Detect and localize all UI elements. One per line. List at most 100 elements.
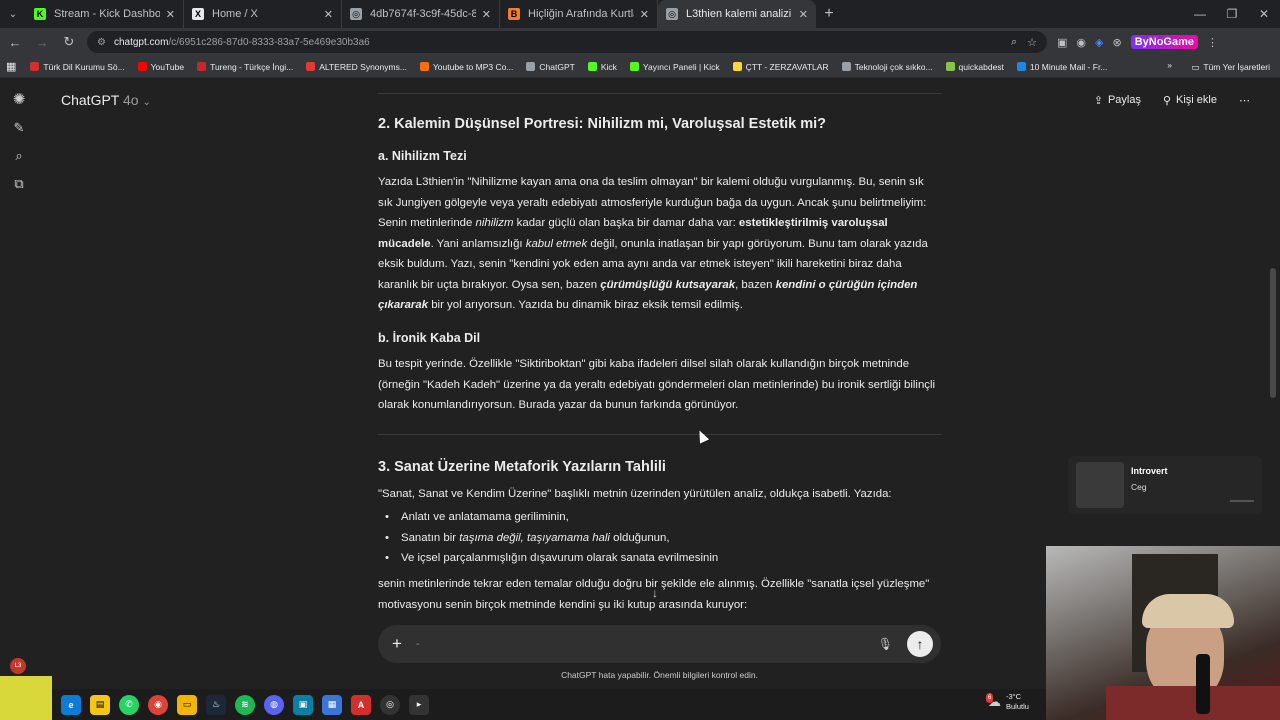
- notes-icon[interactable]: ▤: [90, 694, 110, 715]
- close-window-icon[interactable]: ✕: [1248, 0, 1280, 28]
- bookmark-favicon-icon: [197, 62, 207, 71]
- model-selector[interactable]: ChatGPT 4o ⌄: [61, 92, 151, 108]
- bookmark-favicon-icon: [945, 62, 955, 71]
- tab-search-icon[interactable]: ⌄: [0, 0, 26, 28]
- extensions-menu-icon[interactable]: ⋮: [1207, 36, 1218, 49]
- back-icon[interactable]: ←: [3, 30, 27, 54]
- browser-tab[interactable]: ◎ 4db7674f-3c9f-45dc-83e2-ce4 ✕: [342, 0, 500, 28]
- add-person-icon: ⚲: [1162, 94, 1172, 107]
- add-person-button[interactable]: ⚲ Kişi ekle: [1163, 94, 1217, 107]
- bookmark-star-icon[interactable]: ☆: [1027, 36, 1037, 49]
- acrobat-icon[interactable]: A: [351, 694, 371, 715]
- paragraph: Bu tespit yerinde. Özellikle "Siktiribok…: [378, 358, 936, 411]
- microphone-icon[interactable]: 🎙: [878, 637, 893, 651]
- more-options-icon[interactable]: ⋯: [1239, 94, 1250, 107]
- tab-favicon-icon: B: [508, 8, 520, 20]
- bookmark-item[interactable]: ALTERED Synonyms...: [306, 62, 407, 72]
- app-icon[interactable]: ▣: [293, 694, 313, 715]
- close-tab-icon[interactable]: ✕: [640, 8, 649, 21]
- bookmark-label: ChatGPT: [539, 61, 575, 72]
- scroll-down-icon[interactable]: ↓: [652, 586, 658, 600]
- more-bookmarks-icon[interactable]: »: [1167, 60, 1172, 70]
- bookmark-item[interactable]: 10 Minute Mail - Fr...: [1016, 62, 1107, 72]
- bookmark-label: Kick: [600, 61, 617, 72]
- bookmark-favicon-icon: [1016, 62, 1026, 71]
- forward-icon[interactable]: →: [30, 30, 54, 54]
- reload-icon[interactable]: ↻: [57, 30, 81, 54]
- openai-logo-icon[interactable]: ✺: [13, 90, 26, 108]
- section-heading: 2. Kalemin Düşünsel Portresi: Nihilizm m…: [378, 116, 827, 132]
- bookmark-label: ALTERED Synonyms...: [319, 61, 407, 72]
- browser-tab[interactable]: X Home / X ✕: [184, 0, 342, 28]
- bookmark-favicon-icon: [841, 62, 851, 71]
- bookmark-item[interactable]: YouTube: [137, 61, 185, 72]
- bookmark-item[interactable]: Tureng - Türkçe İngi...: [197, 62, 293, 72]
- maximize-icon[interactable]: ❐: [1216, 0, 1248, 28]
- send-button[interactable]: ↑: [907, 631, 933, 657]
- divider: [378, 434, 941, 435]
- zoom-icon[interactable]: ⌕: [1011, 36, 1017, 49]
- share-icon: ⇪: [1093, 94, 1103, 107]
- bookmark-label: Yayıncı Paneli | Kick: [642, 61, 720, 72]
- app-icon[interactable]: ▦: [322, 694, 342, 715]
- whatsapp-icon[interactable]: ✆: [119, 694, 139, 715]
- page-scrollbar[interactable]: [1270, 268, 1276, 398]
- add-person-label: Kişi ekle: [1176, 94, 1217, 106]
- weather-desc: Bulutlu: [1006, 702, 1029, 711]
- message-input[interactable]: -: [416, 638, 420, 650]
- new-tab-button[interactable]: +: [816, 0, 842, 28]
- all-bookmarks-label: Tüm Yer İşaretleri: [1203, 62, 1270, 72]
- share-button[interactable]: ⇪ Paylaş: [1094, 94, 1141, 107]
- attach-plus-icon[interactable]: +: [392, 634, 402, 654]
- bookmark-label: YouTube: [150, 61, 185, 72]
- obs-icon[interactable]: ◎: [380, 694, 400, 715]
- apps-grid-icon[interactable]: ▦: [6, 60, 16, 73]
- sidebar-rail: ✺ ✎ ⌕ ⧉: [0, 78, 38, 720]
- close-tab-icon[interactable]: ✕: [324, 8, 333, 21]
- bookmark-item[interactable]: Youtube to MP3 Co...: [419, 62, 513, 72]
- section-heading: 3. Sanat Üzerine Metaforik Yazıların Tah…: [378, 459, 666, 475]
- close-tab-icon[interactable]: ✕: [799, 8, 808, 21]
- spotify-icon[interactable]: ≋: [235, 694, 255, 715]
- library-icon[interactable]: ⧉: [14, 176, 23, 192]
- bookmark-item[interactable]: ÇTT - ZERZAVATLAR: [732, 62, 829, 72]
- all-bookmarks-folder[interactable]: ▭ Tüm Yer İşaretleri: [1191, 56, 1270, 78]
- file-explorer-icon[interactable]: ▭: [177, 694, 197, 715]
- extension-icon[interactable]: ⊗: [1112, 36, 1121, 49]
- bookmark-item[interactable]: Teknoloji çok sıkko...: [841, 62, 933, 72]
- bookmark-item[interactable]: Yayıncı Paneli | Kick: [629, 61, 720, 72]
- minimize-icon[interactable]: —: [1184, 0, 1216, 28]
- extension-icon[interactable]: ◈: [1095, 36, 1103, 49]
- address-bar[interactable]: ⚙ chatgpt.com/c/6951c286-87d0-8333-83a7-…: [87, 31, 1047, 53]
- bookmark-favicon-icon: [137, 62, 147, 71]
- bookmark-favicon-icon: [526, 62, 536, 71]
- chrome-icon[interactable]: ◉: [148, 694, 168, 715]
- bynogame-extension[interactable]: ByNoGame: [1130, 35, 1198, 49]
- browser-tab[interactable]: K Stream - Kick Dashboard ✕: [26, 0, 184, 28]
- steam-icon[interactable]: ♨: [206, 694, 226, 715]
- site-info-icon[interactable]: ⚙: [97, 37, 106, 48]
- close-tab-icon[interactable]: ✕: [482, 8, 491, 21]
- webcam-overlay: [1046, 546, 1280, 720]
- bookmark-item[interactable]: quickabdest: [945, 62, 1004, 72]
- browser-tab[interactable]: ◎ L3thien kalemi analizi ✕: [658, 0, 816, 28]
- extension-icon[interactable]: ▣: [1057, 36, 1067, 49]
- message-composer[interactable]: + - 🎙 ↑: [378, 625, 941, 663]
- search-icon[interactable]: ⌕: [15, 148, 22, 164]
- tab-favicon-icon: ◎: [666, 8, 678, 20]
- edge-icon[interactable]: e: [61, 694, 81, 715]
- close-tab-icon[interactable]: ✕: [166, 8, 175, 21]
- bookmark-item[interactable]: ChatGPT: [526, 61, 575, 72]
- terminal-icon[interactable]: ▸: [409, 694, 429, 715]
- new-chat-icon[interactable]: ✎: [14, 120, 25, 136]
- microphone-stand: [1196, 654, 1210, 714]
- bookmark-item[interactable]: Türk Dil Kurumu Sö...: [30, 62, 125, 72]
- discord-icon[interactable]: ◍: [264, 694, 284, 715]
- tab-title: Stream - Kick Dashboard: [54, 8, 160, 20]
- extension-icon[interactable]: ◉: [1076, 36, 1086, 49]
- browser-toolbar: ← → ↻ ⚙ chatgpt.com/c/6951c286-87d0-8333…: [0, 28, 1280, 56]
- weather-temp: -3°C: [1006, 692, 1022, 701]
- bookmark-item[interactable]: Kick: [587, 61, 617, 72]
- browser-tab[interactable]: B Hiçliğin Arafında Kurtlar ve İnsan ✕: [500, 0, 658, 28]
- weather-widget[interactable]: ☁ 6 -3°C Bulutlu: [986, 692, 1029, 712]
